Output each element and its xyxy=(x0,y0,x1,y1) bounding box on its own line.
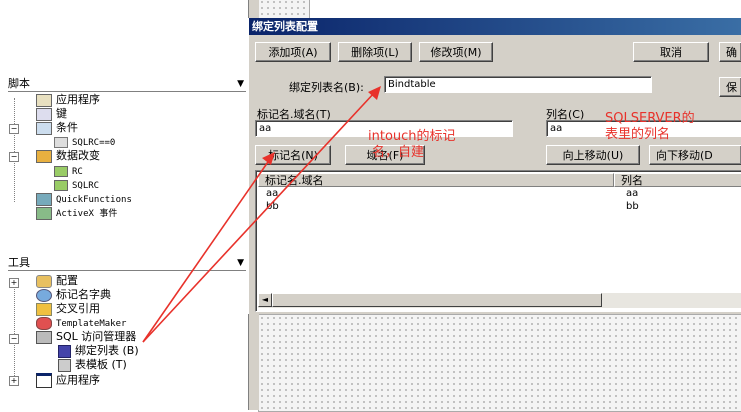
arrow-to-tagname-field xyxy=(142,152,275,343)
arrow-to-bind-list-field xyxy=(142,86,381,343)
annotation-arrows xyxy=(142,86,381,343)
